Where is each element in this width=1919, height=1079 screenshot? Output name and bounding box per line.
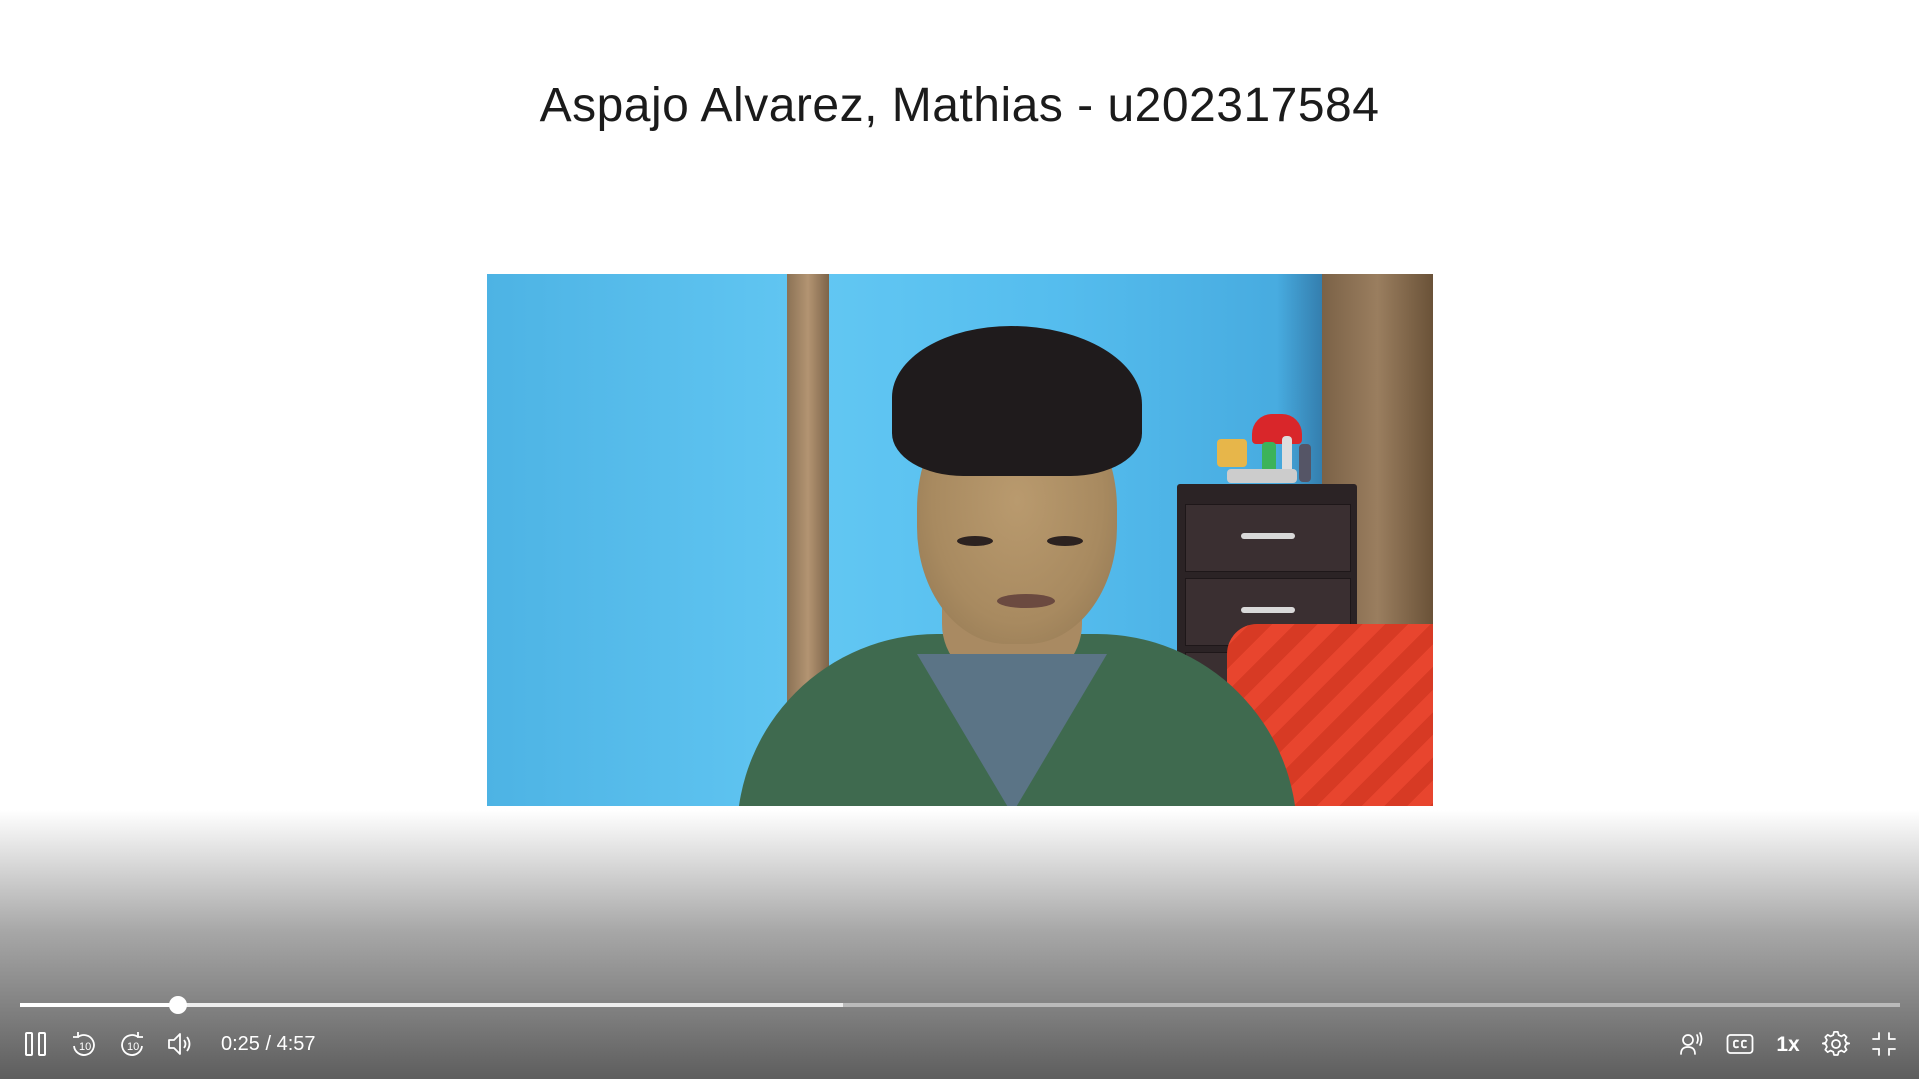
time-display: 0:25 / 4:57 — [221, 1033, 316, 1056]
audio-description-button[interactable] — [1674, 1026, 1710, 1062]
pause-button[interactable] — [18, 1026, 54, 1062]
current-time: 0:25 — [221, 1033, 260, 1055]
exit-fullscreen-button[interactable] — [1866, 1026, 1902, 1062]
webcam-video-frame — [487, 274, 1433, 806]
video-player[interactable]: Aspajo Alvarez, Mathias - u202317584 10 … — [0, 0, 1919, 1079]
rewind-10-icon: 10 — [70, 1029, 98, 1059]
volume-icon — [166, 1031, 194, 1057]
settings-button[interactable] — [1818, 1026, 1854, 1062]
captions-button[interactable] — [1722, 1026, 1758, 1062]
slide-title: Aspajo Alvarez, Mathias - u202317584 — [539, 79, 1380, 132]
played-range — [20, 1003, 179, 1007]
gear-icon — [1822, 1030, 1850, 1058]
playback-speed-button[interactable]: 1x — [1775, 1033, 1801, 1057]
audio-description-icon — [1678, 1030, 1706, 1058]
forward-seconds-label: 10 — [127, 1041, 140, 1053]
volume-button[interactable] — [162, 1026, 198, 1062]
progress-bar[interactable] — [20, 996, 1900, 1014]
total-duration: 4:57 — [276, 1033, 316, 1055]
forward-button[interactable]: 10 — [114, 1026, 150, 1062]
rewind-button[interactable]: 10 — [66, 1026, 102, 1062]
rewind-seconds-label: 10 — [79, 1041, 92, 1053]
closed-captions-icon — [1726, 1033, 1754, 1055]
pause-icon — [23, 1031, 49, 1057]
exit-fullscreen-icon — [1871, 1031, 1897, 1057]
time-separator: / — [265, 1033, 272, 1055]
forward-10-icon: 10 — [118, 1029, 146, 1059]
